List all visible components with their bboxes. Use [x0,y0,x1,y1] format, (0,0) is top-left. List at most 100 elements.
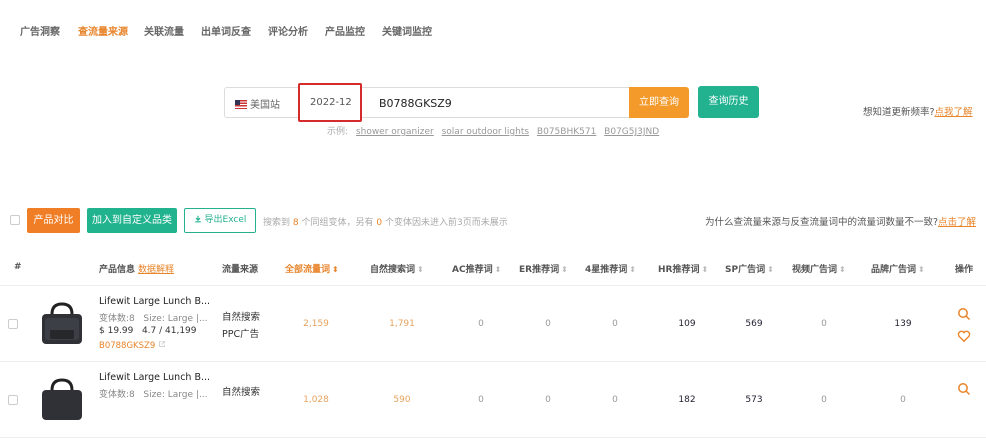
sort-icon[interactable]: ⬍ [629,265,636,274]
ac-keywords-value: 0 [478,395,484,405]
col-natural[interactable]: 自然搜索词 ⬍ [370,262,424,275]
tab-traffic-source[interactable]: 查流量来源 [78,23,128,38]
example-link[interactable]: B075BHK571 [537,127,596,137]
select-all-checkbox[interactable] [10,215,20,225]
variant-count-text: 变体数:8 [99,314,135,324]
product-image[interactable] [36,300,88,346]
sort-icon[interactable]: ⬍ [417,265,424,274]
tab-order-keywords[interactable]: 出单词反查 [201,23,251,38]
tab-product-monitor[interactable]: 产品监控 [325,23,365,38]
asin-search-input[interactable] [379,94,619,112]
heart-icon[interactable] [957,329,971,343]
video-keywords-value: 0 [821,319,827,329]
site-selector[interactable]: 美国站 [235,96,280,111]
excel-label: 导出Excel [204,215,247,225]
source-ppc: PPC广告 [222,329,260,340]
date-selector[interactable]: 2022-12 [298,83,362,122]
col-4star[interactable]: 4星推荐词 ⬍ [585,262,636,275]
hr-keywords-value[interactable]: 182 [667,395,707,405]
result-toolbar: 产品对比 加入到自定义品类 导出Excel 搜索到 8 个同组变体，另有 0 个… [0,207,986,235]
col-video[interactable]: 视频广告词 ⬍ [792,262,846,275]
brand-keywords-value[interactable]: 139 [883,319,923,329]
tab-keyword-monitor[interactable]: 关键词监控 [382,23,432,38]
col-all-label: 全部流量词 [285,265,331,275]
product-price-rating: $ 19.99 4.7 / 41,199 [99,326,197,336]
er-keywords-value: 0 [545,395,551,405]
product-title[interactable]: Lifewit Large Lunch B... [99,372,210,383]
video-keywords-value: 0 [821,395,827,405]
variant-size: Size: Large |... [143,314,208,324]
product-variants: 变体数:8 Size: Large |... [99,311,208,324]
product-price: $ 19.99 [99,326,134,336]
search-bar: 美国站 2022-12 [224,83,629,122]
sp-keywords-value[interactable]: 573 [734,395,774,405]
sp-keywords-value[interactable]: 569 [734,319,774,329]
col-all-keywords[interactable]: 全部流量词 ⬍ [285,262,339,275]
col-product-label: 产品信息 [99,265,136,275]
variant-count-text: 变体数:8 [99,390,135,400]
query-button[interactable]: 立即查询 [629,87,689,118]
freq-question: 想知道更新频率? [863,107,935,118]
data-explain-link[interactable]: 数据解释 [138,265,174,275]
sort-icon[interactable]: ⬍ [767,265,774,274]
sort-icon[interactable]: ⬍ [839,265,846,274]
example-link[interactable]: B07G5J3JND [604,127,659,137]
freq-link[interactable]: 点我了解 [935,107,973,118]
sort-icon[interactable]: ⬍ [495,265,502,274]
tab-ad-insight[interactable]: 广告洞察 [20,23,60,38]
col-brand[interactable]: 品牌广告词 ⬍ [871,262,925,275]
natural-keywords-value[interactable]: 1,791 [382,319,422,329]
col-ac[interactable]: AC推荐词 ⬍ [452,262,501,275]
col-sp[interactable]: SP广告词 ⬍ [725,262,774,275]
product-rating: 4.7 / 41,199 [141,326,197,336]
why-link[interactable]: 点击了解 [938,217,976,228]
variant-note: 搜索到 8 个同组变体，另有 0 个变体因未进入前3页而未展示 [263,215,508,228]
sort-icon[interactable]: ⬍ [332,265,339,274]
variant-count: 8 [292,218,299,228]
all-keywords-value[interactable]: 2,159 [296,319,336,329]
col-4star-label: 4星推荐词 [585,265,628,275]
missing-count: 0 [376,218,383,228]
sort-icon[interactable]: ⬍ [701,265,708,274]
compare-button[interactable]: 产品对比 [27,208,80,233]
variant-size: Size: Large |... [143,390,208,400]
tab-review-analysis[interactable]: 评论分析 [268,23,308,38]
natural-keywords-value[interactable]: 590 [382,395,422,405]
external-link-icon[interactable] [158,340,166,348]
table-row: Lifewit Large Lunch B... 变体数:8 Size: Lar… [0,363,986,438]
add-category-button[interactable]: 加入到自定义品类 [87,208,177,233]
table-header: # 产品信息 数据解释 流量来源 全部流量词 ⬍ 自然搜索词 ⬍ AC推荐词 ⬍ ER推… [0,252,986,286]
product-asin[interactable]: B0788GKSZ9 [99,340,166,351]
all-keywords-value[interactable]: 1,028 [296,395,336,405]
sort-icon[interactable]: ⬍ [561,265,568,274]
export-excel-button[interactable]: 导出Excel [184,208,256,233]
hr-keywords-value[interactable]: 109 [667,319,707,329]
row-checkbox[interactable] [8,395,18,405]
product-image[interactable] [36,376,88,422]
product-title[interactable]: Lifewit Large Lunch B... [99,296,210,307]
col-sp-label: SP广告词 [725,265,766,275]
source-organic: 自然搜索 [222,312,261,323]
example-link[interactable]: solar outdoor lights [442,127,529,137]
example-link[interactable]: shower organizer [356,127,434,137]
ac-keywords-value: 0 [478,319,484,329]
product-variants: 变体数:8 Size: Large |... [99,387,208,400]
search-icon[interactable] [957,307,971,321]
col-source: 流量来源 [222,265,259,275]
col-ac-label: AC推荐词 [452,265,493,275]
date-value: 2022-12 [310,97,352,108]
download-icon [194,215,201,223]
row-checkbox[interactable] [8,319,18,329]
asin-text: B0788GKSZ9 [99,341,156,351]
4star-keywords-value: 0 [612,319,618,329]
history-button[interactable]: 查询历史 [698,86,759,118]
col-product: 产品信息 数据解释 [99,262,174,275]
tab-related-traffic[interactable]: 关联流量 [144,23,184,38]
col-er[interactable]: ER推荐词 ⬍ [519,262,568,275]
col-hr[interactable]: HR推荐词 ⬍ [658,262,708,275]
col-brand-label: 品牌广告词 [871,265,917,275]
sort-icon[interactable]: ⬍ [918,265,925,274]
update-frequency-hint: 想知道更新频率?点我了解 [863,104,973,118]
note-text-a: 搜索到 [263,218,291,228]
search-icon[interactable] [957,382,971,396]
